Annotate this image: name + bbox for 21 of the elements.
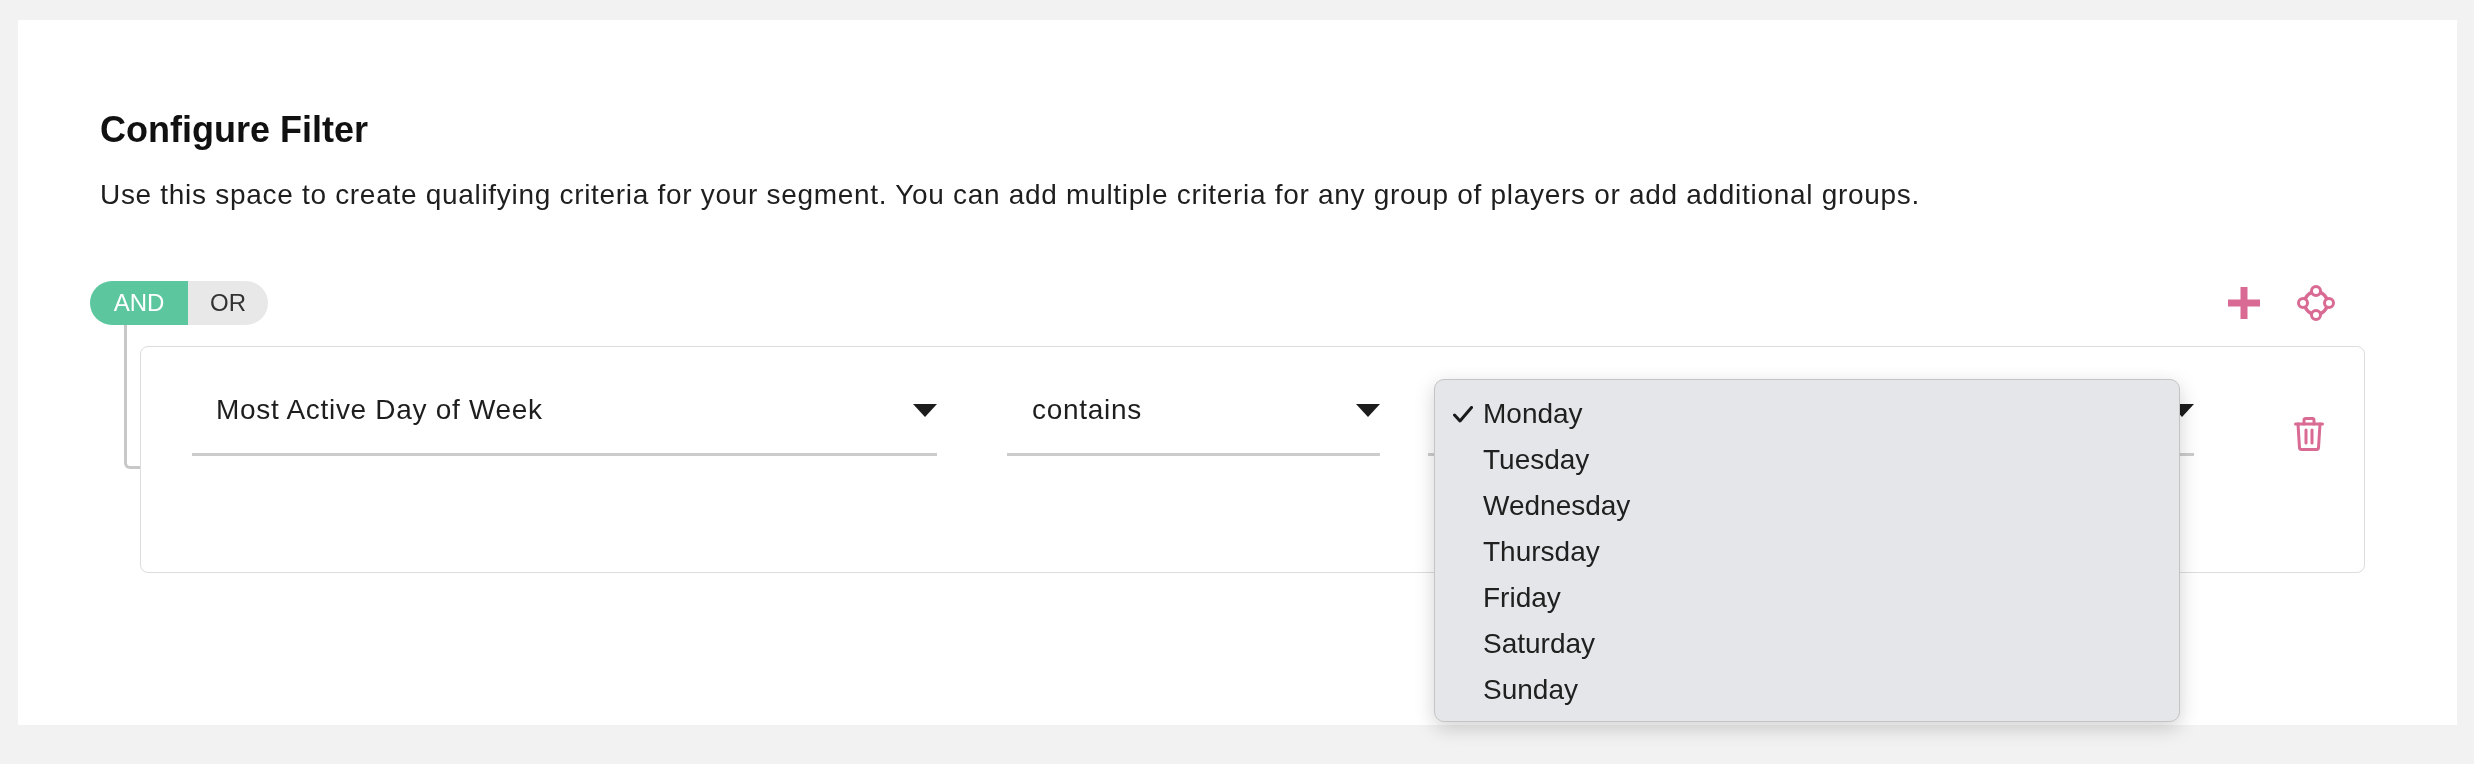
menu-item[interactable]: Wednesday <box>1435 483 2179 529</box>
caret-icon <box>1356 403 1380 417</box>
plus-icon[interactable] <box>2228 287 2260 319</box>
checkmark-icon <box>1453 405 1473 423</box>
caret-icon <box>2180 403 2194 417</box>
menu-item[interactable]: Tuesday <box>1435 437 2179 483</box>
caret-icon <box>913 403 937 417</box>
menu-item[interactable]: Thursday <box>1435 529 2179 575</box>
select-value: contains <box>1032 393 1142 427</box>
trash-icon[interactable] <box>2294 417 2324 451</box>
network-icon[interactable] <box>2297 285 2335 321</box>
field-select[interactable]: Most Active Day of Week <box>192 390 937 456</box>
operator-select[interactable]: contains <box>1007 390 1380 456</box>
page-title: Configure Filter <box>100 108 368 152</box>
description-text: Use this space to create qualifying criteria for your segment. You can add multiple criteria for any group of players or add additional groups. <box>100 178 1920 212</box>
menu-item[interactable]: Sunday <box>1435 667 2179 713</box>
menu-item[interactable]: Monday <box>1435 391 2179 437</box>
menu-item[interactable]: Friday <box>1435 575 2179 621</box>
logic-toggle-option[interactable]: OR <box>188 281 268 325</box>
select-value: Most Active Day of Week <box>216 393 543 427</box>
menu-item[interactable]: Saturday <box>1435 621 2179 667</box>
